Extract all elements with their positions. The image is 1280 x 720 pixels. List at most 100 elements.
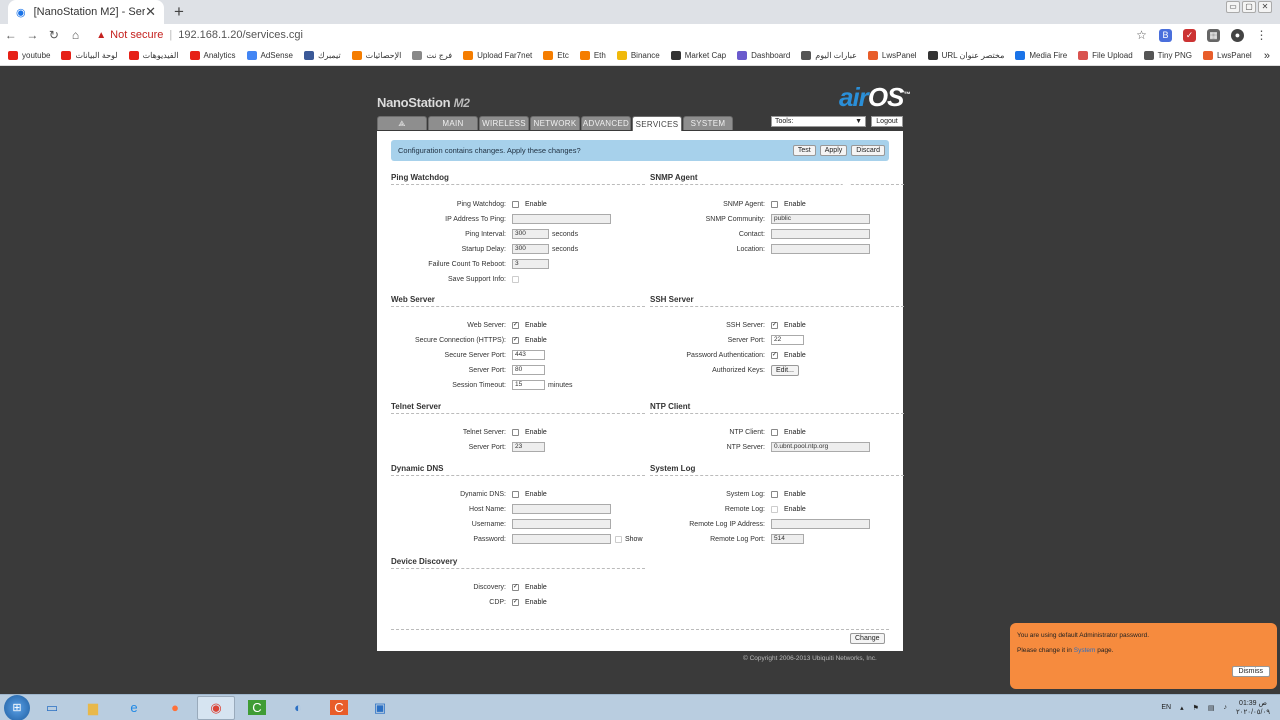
https-checkbox[interactable]: ✓ (512, 336, 519, 344)
web-server-checkbox[interactable]: ✓ (512, 321, 519, 329)
bookmark-item[interactable]: تيمبرك (303, 51, 341, 60)
reload-icon[interactable]: ↻ (43, 28, 65, 42)
tab-network[interactable]: NETWORK (530, 116, 580, 130)
syslog-checkbox[interactable] (771, 490, 778, 498)
tab-services[interactable]: SERVICES (632, 116, 682, 131)
secure-port-input[interactable]: 443 (512, 350, 545, 360)
taskbar-camtasia-icon[interactable]: C (238, 696, 276, 720)
ntp-server-input[interactable]: 0.ubnt.pool.ntp.org (771, 442, 870, 452)
session-timeout-input[interactable]: 15 (512, 380, 545, 390)
language-indicator[interactable]: EN (1161, 704, 1171, 711)
taskbar-remote-icon[interactable]: ▣ (361, 696, 399, 720)
bookmark-item[interactable]: File Upload (1078, 51, 1133, 60)
taskbar-ie-icon[interactable]: e (115, 696, 153, 720)
remote-log-checkbox[interactable] (771, 505, 778, 513)
taskbar-recorder-icon[interactable]: C (320, 696, 358, 720)
password-auth-checkbox[interactable]: ✓ (771, 351, 778, 359)
failure-count-input[interactable]: 3 (512, 259, 549, 269)
start-button[interactable]: ⊞ (4, 694, 30, 720)
bookmark-item[interactable]: Upload Far7net (463, 51, 532, 60)
clock[interactable]: 01:39 ص ٢٠٢٠/٠٥/٠٩ (1236, 699, 1270, 717)
ip-to-ping-input[interactable] (512, 214, 611, 224)
bookmark-item[interactable]: Etc (543, 51, 569, 60)
startup-delay-input[interactable]: 300 (512, 244, 549, 254)
test-button[interactable]: Test (792, 145, 816, 156)
bookmark-item[interactable]: فرج نت (412, 51, 452, 60)
bookmark-item[interactable]: لوحة البيانات (61, 51, 118, 60)
bookmark-item[interactable]: Binance (616, 51, 660, 60)
show-password-checkbox[interactable] (615, 535, 622, 543)
bookmark-item[interactable]: Tiny PNG (1143, 51, 1192, 60)
tab-wireless[interactable]: WIRELESS (479, 116, 529, 130)
password-input[interactable] (512, 534, 611, 544)
bookmark-item[interactable]: LwsPanel (867, 51, 917, 60)
location-input[interactable] (771, 244, 870, 254)
ssh-port-input[interactable]: 22 (771, 335, 804, 345)
change-button[interactable]: Change (850, 633, 885, 644)
bookmark-item[interactable]: Analytics (189, 51, 236, 60)
tray-arrow-icon[interactable]: ▴ (1180, 704, 1184, 712)
bookmark-item[interactable]: Market Cap (670, 51, 726, 60)
remote-port-input[interactable]: 514 (771, 534, 804, 544)
new-tab-button[interactable]: + (174, 3, 184, 20)
save-support-checkbox[interactable] (512, 275, 519, 283)
taskbar-folder-icon[interactable]: ▆ (74, 696, 112, 720)
volume-icon[interactable]: ♪ (1224, 704, 1228, 711)
tools-select[interactable]: Tools: ▼ (771, 116, 866, 127)
taskbar-chrome-icon[interactable]: ◉ (197, 695, 235, 720)
bookmark-item[interactable]: youtube (8, 51, 50, 60)
bookmarks-more-icon[interactable]: » (1264, 50, 1270, 62)
snmp-agent-checkbox[interactable] (771, 200, 778, 208)
ntp-client-checkbox[interactable] (771, 428, 778, 436)
ping-watchdog-checkbox[interactable] (512, 200, 519, 208)
username-input[interactable] (512, 519, 611, 529)
ssh-server-checkbox[interactable]: ✓ (771, 321, 778, 329)
remote-ip-input[interactable] (771, 519, 870, 529)
minimize-button[interactable]: ▭ (1226, 1, 1240, 13)
host-name-input[interactable] (512, 504, 611, 514)
ping-interval-input[interactable]: 300 (512, 229, 549, 239)
extension-icon[interactable]: B (1159, 28, 1173, 42)
back-arrow-icon[interactable]: ← (0, 28, 22, 42)
bookmark-item[interactable]: الفيديوهات (128, 51, 179, 60)
discard-button[interactable]: Discard (851, 145, 885, 156)
browser-tab[interactable]: ◉ [NanoStation M2] - Services ✕ (8, 0, 164, 24)
edit-keys-button[interactable]: Edit... (771, 364, 799, 376)
contact-input[interactable] (771, 229, 870, 239)
ubnt-logo-icon[interactable]: ⟁ (377, 116, 427, 130)
network-icon[interactable]: ▤ (1208, 704, 1215, 712)
url-bar[interactable]: ▲ Not secure | 192.168.1.20/services.cgi (96, 29, 1135, 41)
telnet-port-input[interactable]: 23 (512, 442, 545, 452)
tab-main[interactable]: MAIN (428, 116, 478, 130)
extension-icon-3[interactable]: ▦ (1207, 28, 1221, 42)
flag-icon[interactable]: ⚑ (1193, 704, 1199, 712)
star-icon[interactable]: ☆ (1135, 28, 1148, 42)
snmp-community-input[interactable]: public (771, 214, 870, 224)
home-icon[interactable]: ⌂ (65, 28, 87, 42)
extension-icon-2[interactable]: ✓ (1183, 28, 1197, 42)
maximize-button[interactable]: ▢ (1242, 1, 1256, 13)
bookmark-item[interactable]: Media Fire (1015, 51, 1067, 60)
close-window-button[interactable]: ✕ (1258, 1, 1272, 13)
bookmark-item[interactable]: AdSense (246, 51, 293, 60)
tab-advanced[interactable]: ADVANCED (581, 116, 631, 130)
menu-icon[interactable]: ⋮ (1255, 28, 1268, 42)
telnet-server-checkbox[interactable] (512, 428, 519, 436)
url-text[interactable]: 192.168.1.20/services.cgi (178, 29, 303, 41)
web-port-input[interactable]: 80 (512, 365, 545, 375)
forward-arrow-icon[interactable]: → (22, 28, 44, 42)
logout-button[interactable]: Logout (871, 116, 903, 127)
bookmark-item[interactable]: Dashboard (737, 51, 790, 60)
close-tab-icon[interactable]: ✕ (145, 4, 156, 20)
system-link[interactable]: System (1074, 647, 1096, 654)
tab-system[interactable]: SYSTEM (683, 116, 733, 130)
taskbar-app-icon[interactable]: ◐ (279, 696, 317, 720)
discovery-checkbox[interactable]: ✓ (512, 583, 519, 591)
taskbar-app-screen[interactable]: ▭ (33, 696, 71, 720)
bookmark-item[interactable]: URL مختصر عنوان (927, 51, 1004, 60)
dismiss-button[interactable]: Dismiss (1231, 666, 1270, 677)
bookmark-item[interactable]: عبارات اليوم (801, 51, 857, 60)
apply-button[interactable]: Apply (819, 145, 848, 156)
bookmark-item[interactable]: الإحصائيات (351, 51, 401, 60)
taskbar-firefox-icon[interactable]: ● (156, 696, 194, 720)
